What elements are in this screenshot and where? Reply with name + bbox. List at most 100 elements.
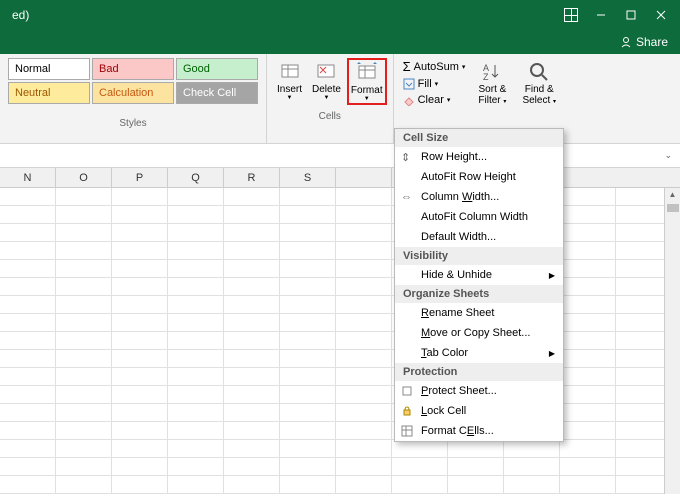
cell[interactable] [56,206,112,223]
col-header[interactable]: R [224,168,280,187]
col-header[interactable]: S [280,168,336,187]
cell[interactable] [0,278,56,295]
cell[interactable] [504,458,560,475]
cell[interactable] [0,188,56,205]
fill-button[interactable]: Fill ▾ [402,77,467,91]
table-row[interactable] [0,260,680,278]
cell[interactable] [168,332,224,349]
cell[interactable] [336,440,392,457]
vertical-scrollbar[interactable]: ▲ [664,188,680,494]
cell[interactable] [56,386,112,403]
cell[interactable] [280,386,336,403]
cell[interactable] [56,242,112,259]
cell[interactable] [56,350,112,367]
cell[interactable] [224,440,280,457]
cell[interactable] [560,458,616,475]
cell[interactable] [336,224,392,241]
cell[interactable] [56,422,112,439]
cell[interactable] [0,296,56,313]
cell[interactable] [0,350,56,367]
cell[interactable] [336,332,392,349]
col-header[interactable]: P [112,168,168,187]
cell[interactable] [280,314,336,331]
cell[interactable] [112,386,168,403]
cell[interactable] [168,224,224,241]
cell[interactable] [336,296,392,313]
menu-default-width[interactable]: Default Width... [395,227,563,247]
insert-button[interactable]: Insert ▼ [273,58,306,105]
style-gallery[interactable]: Normal Bad Good Neutral Calculation Chec… [8,58,258,104]
expand-formula-bar[interactable]: ⌄ [664,150,672,161]
table-row[interactable] [0,296,680,314]
cell[interactable] [560,368,616,385]
table-row[interactable] [0,206,680,224]
cell[interactable] [336,368,392,385]
autosum-button[interactable]: Σ AutoSum ▾ [402,58,467,75]
cell[interactable] [560,332,616,349]
cell[interactable] [168,404,224,421]
cell[interactable] [560,188,616,205]
col-header[interactable]: N [0,168,56,187]
share-button[interactable]: Share [620,35,668,49]
cell[interactable] [0,458,56,475]
cell[interactable] [0,386,56,403]
style-calculation[interactable]: Calculation [92,82,174,104]
cell[interactable] [280,278,336,295]
cell[interactable] [504,476,560,493]
cell[interactable] [112,224,168,241]
cell[interactable] [168,386,224,403]
menu-format-cells[interactable]: Format CElls... [395,421,563,441]
cell[interactable] [224,476,280,493]
menu-lock-cell[interactable]: Lock Cell [395,401,563,421]
cell[interactable] [392,440,448,457]
find-select-button[interactable]: Find & Select ▾ [518,58,560,139]
table-row[interactable] [0,458,680,476]
cell[interactable] [112,206,168,223]
ribbon-display-options[interactable] [556,3,586,27]
cell[interactable] [56,458,112,475]
cell[interactable] [168,350,224,367]
cell[interactable] [224,206,280,223]
cell[interactable] [56,296,112,313]
table-row[interactable] [0,242,680,260]
cell[interactable] [280,332,336,349]
delete-button[interactable]: Delete ▼ [308,58,345,105]
cell[interactable] [112,368,168,385]
cell[interactable] [280,368,336,385]
style-bad[interactable]: Bad [92,58,174,80]
cell[interactable] [224,458,280,475]
table-row[interactable] [0,476,680,494]
cell[interactable] [336,458,392,475]
cell[interactable] [280,260,336,277]
cell[interactable] [560,440,616,457]
table-row[interactable] [0,404,680,422]
cell[interactable] [280,224,336,241]
cell[interactable] [0,332,56,349]
cell[interactable] [280,206,336,223]
close-button[interactable] [646,3,676,27]
cell[interactable] [392,458,448,475]
cell[interactable] [56,404,112,421]
scroll-thumb[interactable] [667,204,679,212]
cell[interactable] [336,242,392,259]
menu-autofit-row[interactable]: AutoFit Row Height [395,167,563,187]
cell[interactable] [336,314,392,331]
cell[interactable] [336,206,392,223]
cell[interactable] [0,224,56,241]
cell[interactable] [560,386,616,403]
format-button[interactable]: Format ▼ [347,58,387,105]
cell[interactable] [0,422,56,439]
cell[interactable] [0,404,56,421]
cell[interactable] [56,332,112,349]
cell[interactable] [280,296,336,313]
cell[interactable] [280,422,336,439]
table-row[interactable] [0,314,680,332]
menu-hide-unhide[interactable]: Hide & Unhide▶ [395,265,563,285]
cell[interactable] [0,440,56,457]
cell[interactable] [168,260,224,277]
cell[interactable] [448,476,504,493]
scroll-up-icon[interactable]: ▲ [665,188,680,202]
cell[interactable] [0,476,56,493]
cell[interactable] [112,458,168,475]
menu-move-copy[interactable]: Move or Copy Sheet... [395,323,563,343]
